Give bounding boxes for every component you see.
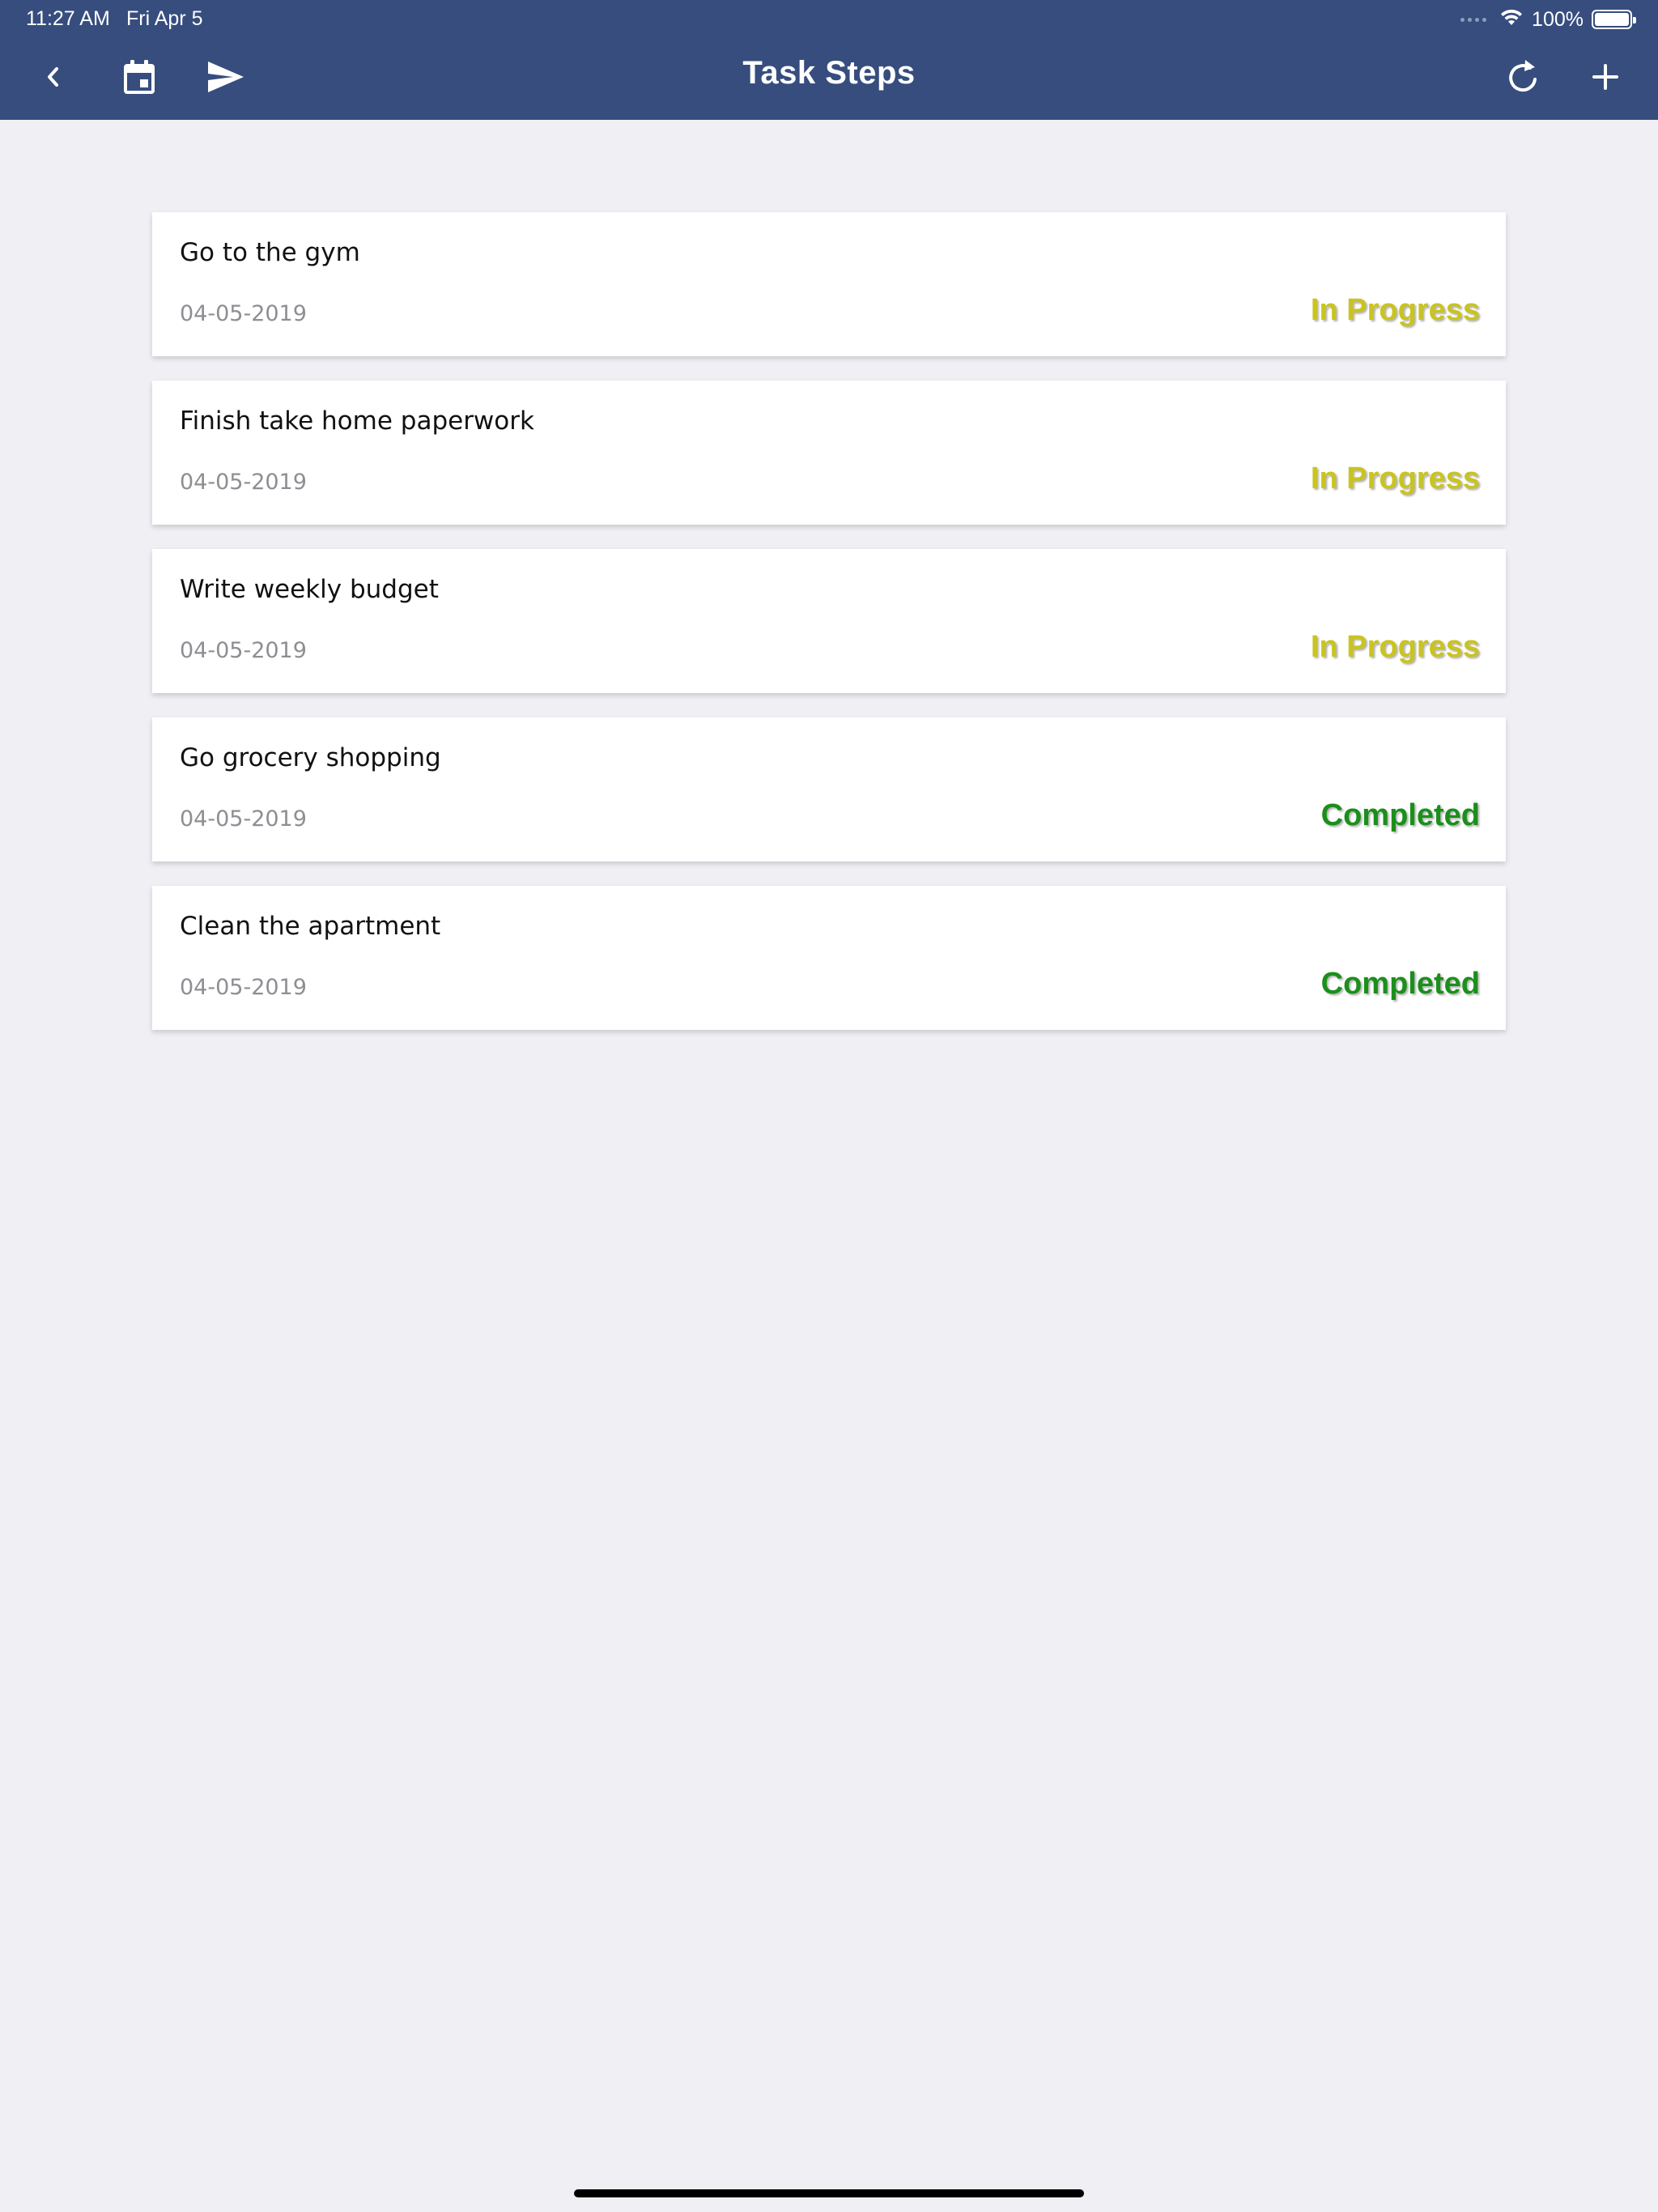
- refresh-icon: [1506, 58, 1540, 96]
- task-status: Completed: [1320, 798, 1480, 832]
- task-name: Finish take home paperwork: [180, 406, 534, 436]
- cellular-signal-icon: [1460, 17, 1487, 22]
- task-status: In Progress: [1310, 293, 1480, 327]
- status-date: Fri Apr 5: [126, 7, 203, 30]
- task-date: 04-05-2019: [180, 975, 307, 1000]
- task-card[interactable]: Go to the gym 04-05-2019 In Progress: [152, 212, 1506, 356]
- battery-percentage: 100%: [1532, 7, 1584, 31]
- add-button[interactable]: [1577, 49, 1634, 105]
- page-title: Task Steps: [742, 55, 916, 91]
- wifi-icon: [1499, 7, 1524, 32]
- task-status: In Progress: [1310, 630, 1480, 664]
- task-card[interactable]: Finish take home paperwork 04-05-2019 In…: [152, 381, 1506, 525]
- refresh-button[interactable]: [1494, 49, 1551, 105]
- status-bar: 11:27 AM Fri Apr 5 100%: [0, 0, 1658, 39]
- status-indicators: 100%: [1460, 5, 1636, 34]
- task-card[interactable]: Clean the apartment 04-05-2019 Completed: [152, 886, 1506, 1030]
- task-name: Go grocery shopping: [180, 743, 441, 772]
- task-date: 04-05-2019: [180, 806, 307, 832]
- task-date: 04-05-2019: [180, 301, 307, 326]
- task-name: Clean the apartment: [180, 912, 441, 941]
- status-time: 11:27 AM: [26, 7, 110, 30]
- task-card[interactable]: Write weekly budget 04-05-2019 In Progre…: [152, 549, 1506, 693]
- battery-icon: [1592, 10, 1636, 29]
- task-date: 04-05-2019: [180, 638, 307, 663]
- task-name: Go to the gym: [180, 238, 360, 267]
- plus-icon: [1592, 63, 1619, 91]
- task-date: 04-05-2019: [180, 470, 307, 495]
- app-screen: 11:27 AM Fri Apr 5 100% Task Steps Go to…: [0, 0, 1658, 2212]
- nav-bar: 11:27 AM Fri Apr 5 100% Task Steps: [0, 0, 1658, 120]
- task-list: Go to the gym 04-05-2019 In Progress Fin…: [152, 212, 1506, 1054]
- task-status: In Progress: [1310, 462, 1480, 496]
- task-status: Completed: [1320, 967, 1480, 1001]
- task-name: Write weekly budget: [180, 575, 439, 604]
- task-card[interactable]: Go grocery shopping 04-05-2019 Completed: [152, 717, 1506, 861]
- home-indicator[interactable]: [574, 2189, 1084, 2197]
